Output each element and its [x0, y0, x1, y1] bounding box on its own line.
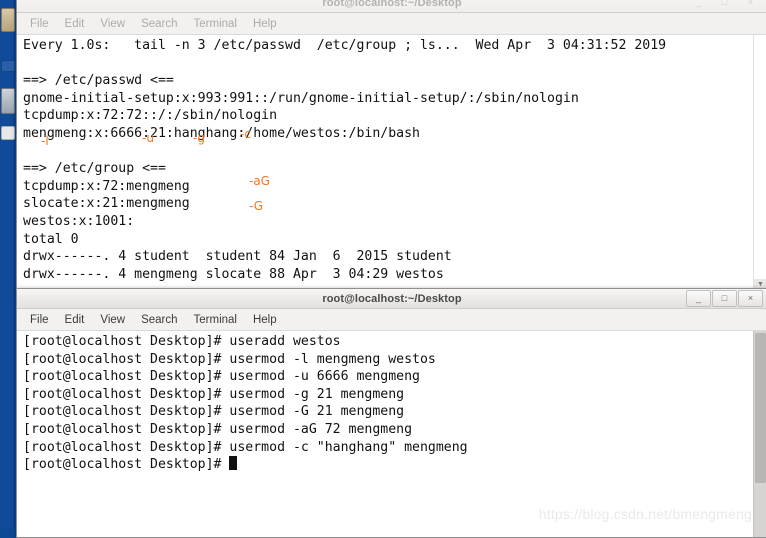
terminal-line: Every 1.0s: tail -n 3 /etc/passwd /etc/g…: [23, 38, 667, 53]
menu-file[interactable]: File: [23, 16, 56, 32]
window-controls-commands[interactable]: _ □ ×: [686, 289, 763, 308]
menu-view[interactable]: View: [93, 312, 132, 328]
terminal-output-commands[interactable]: [root@localhost Desktop]# useradd westos…: [17, 331, 753, 537]
menubar-watch[interactable]: File Edit View Search Terminal Help: [17, 13, 766, 35]
doc-icon[interactable]: [1, 126, 15, 140]
menu-help[interactable]: Help: [246, 16, 284, 32]
menu-edit[interactable]: Edit: [58, 16, 92, 32]
menu-edit[interactable]: Edit: [58, 312, 92, 328]
minimize-button[interactable]: _: [686, 290, 711, 307]
titlebar-commands[interactable]: root@localhost:~/Desktop _ □ ×: [17, 289, 766, 309]
window-controls-watch[interactable]: _ □ ×: [686, 0, 763, 12]
terminal-prompt-line[interactable]: [root@localhost Desktop]#: [23, 456, 753, 474]
terminal-line: ==> /etc/passwd <==: [23, 73, 174, 89]
terminal-line: [root@localhost Desktop]# usermod -aG 72…: [23, 421, 413, 437]
terminal-output-watch[interactable]: Every 1.0s: tail -n 3 /etc/passwd /etc/g…: [17, 35, 753, 291]
menu-search[interactable]: Search: [134, 312, 184, 328]
prompt-text: [root@localhost Desktop]#: [23, 457, 230, 473]
scrollbar-commands[interactable]: [753, 331, 766, 537]
terminal-line: slocate:x:21:mengmeng: [23, 196, 190, 212]
titlebar-watch[interactable]: root@localhost:~/Desktop _ □ ×: [17, 0, 766, 13]
text-cursor: [229, 456, 238, 471]
menubar-commands[interactable]: File Edit View Search Terminal Help: [17, 309, 766, 331]
terminal-line: [root@localhost Desktop]# useradd westos: [23, 334, 341, 349]
folder-icon[interactable]: [1, 8, 15, 32]
disk-icon[interactable]: [1, 88, 15, 114]
window-title-watch: root@localhost:~/Desktop: [322, 0, 462, 9]
terminal-line: [root@localhost Desktop]# usermod -G 21 …: [23, 404, 405, 420]
menu-file[interactable]: File: [23, 312, 56, 328]
terminal-line: tcpdump:x:72:72::/:/sbin/nologin: [23, 108, 278, 124]
terminal-line: [root@localhost Desktop]# usermod -c "ha…: [23, 439, 468, 455]
terminal-body-commands: [root@localhost Desktop]# useradd westos…: [17, 331, 766, 537]
menu-help[interactable]: Help: [246, 312, 284, 328]
terminal-line: westos:x:1001:: [23, 213, 135, 229]
terminal-line: tcpdump:x:72:mengmeng: [23, 178, 190, 194]
desktop-dock[interactable]: [0, 0, 15, 528]
terminal-body-watch: Every 1.0s: tail -n 3 /etc/passwd /etc/g…: [17, 35, 766, 291]
scrollbar-watch[interactable]: ▼: [753, 35, 766, 291]
menu-view[interactable]: View: [93, 16, 132, 32]
desktop-background: root@localhost:~/Desktop _ □ × File Edit…: [0, 0, 766, 538]
menu-terminal[interactable]: Terminal: [187, 16, 244, 32]
close-button[interactable]: ×: [738, 0, 763, 11]
maximize-button[interactable]: □: [712, 290, 737, 307]
terminal-window-watch[interactable]: root@localhost:~/Desktop _ □ × File Edit…: [16, 0, 766, 292]
close-button[interactable]: ×: [738, 290, 763, 307]
terminal-line: [root@localhost Desktop]# usermod -u 666…: [23, 369, 420, 385]
terminal-window-commands[interactable]: root@localhost:~/Desktop _ □ × File Edit…: [16, 288, 766, 538]
menu-search[interactable]: Search: [134, 16, 184, 32]
terminal-line: gnome-initial-setup:x:993:991::/run/gnom…: [23, 90, 579, 106]
app-icon[interactable]: [1, 60, 15, 72]
terminal-line: ==> /etc/group <==: [23, 161, 166, 177]
window-title-commands: root@localhost:~/Desktop: [322, 292, 462, 305]
menu-terminal[interactable]: Terminal: [187, 312, 244, 328]
terminal-line: mengmeng:x:6666:21:hanghang:/home/westos…: [23, 125, 420, 141]
terminal-line: drwx------. 4 student student 84 Jan 6 2…: [23, 249, 452, 265]
terminal-line: [root@localhost Desktop]# usermod -g 21 …: [23, 386, 405, 402]
terminal-line: drwx------. 4 mengmeng slocate 88 Apr 3 …: [23, 266, 444, 282]
maximize-button[interactable]: □: [712, 0, 737, 11]
terminal-line: total 0: [23, 231, 79, 247]
minimize-button[interactable]: _: [686, 0, 711, 11]
terminal-line: [root@localhost Desktop]# usermod -l men…: [23, 351, 436, 367]
scrollbar-thumb[interactable]: [755, 333, 766, 483]
